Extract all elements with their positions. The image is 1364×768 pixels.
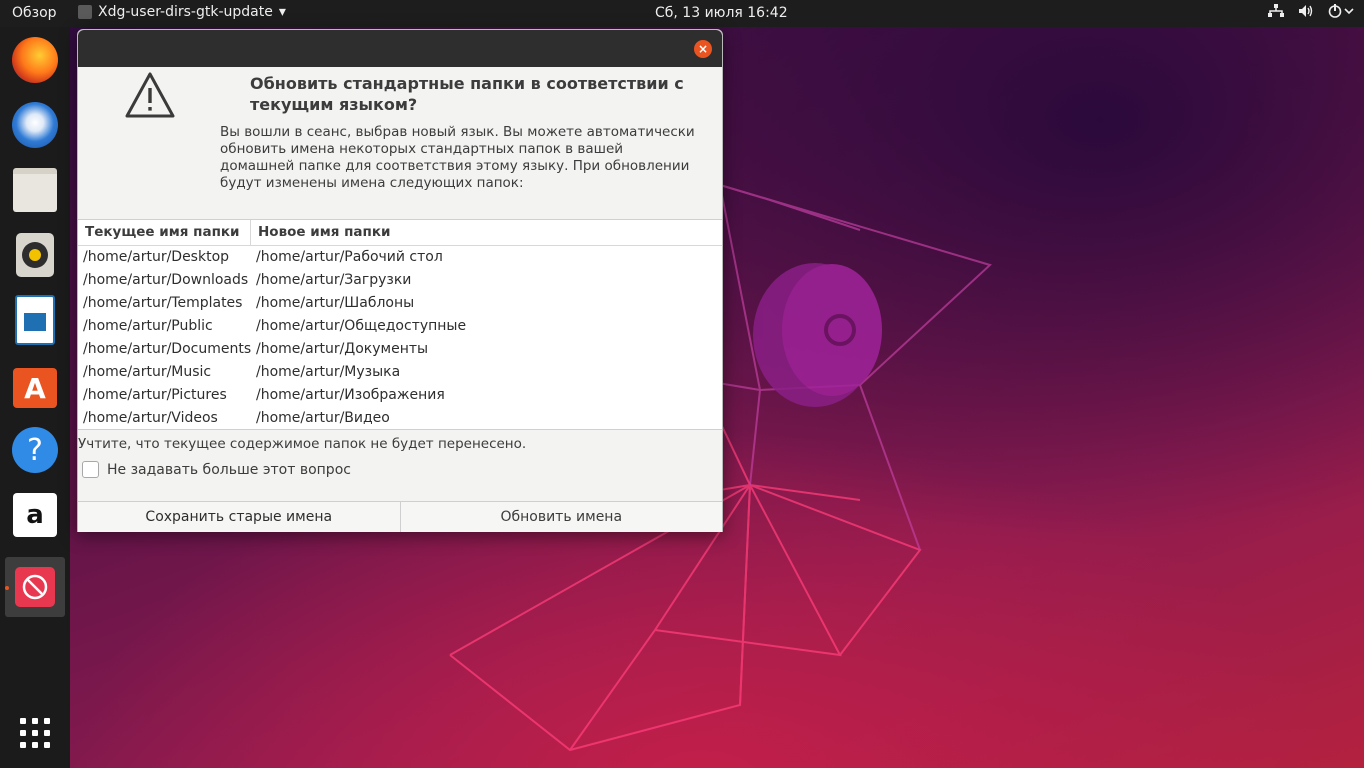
amazon-icon[interactable]: a [10,490,60,540]
close-button[interactable]: × [694,40,712,58]
cell-current: /home/artur/Videos [83,410,218,426]
cell-current: /home/artur/Documents [83,341,252,357]
system-tray[interactable] [1268,4,1354,22]
files-icon[interactable] [10,165,60,215]
xdg-update-app-icon[interactable] [10,562,60,612]
dont-ask-again-option[interactable]: Не задавать больше этот вопрос [82,461,351,478]
cell-new: /home/artur/Документы [256,341,429,357]
folders-table[interactable]: Текущее имя папки Новое имя папки /home/… [78,219,722,430]
rhythmbox-icon[interactable] [10,230,60,280]
cell-current: /home/artur/Pictures [83,387,227,403]
dont-ask-again-checkbox[interactable] [82,461,99,478]
clock[interactable]: Сб, 13 июля 16:42 [655,5,788,21]
keep-old-names-button[interactable]: Сохранить старые имена [78,502,400,532]
cell-current: /home/artur/Templates [83,295,243,311]
table-header: Текущее имя папки Новое имя папки [78,220,722,246]
cell-new: /home/artur/Шаблоны [256,295,415,311]
cell-new: /home/artur/Общедоступные [256,318,467,334]
dialog-description: Вы вошли в сеанс, выбрав новый язык. Вы … [220,124,695,191]
running-indicator [5,586,9,590]
column-separator [250,220,251,245]
volume-icon[interactable] [1298,4,1314,22]
app-menu-label: Xdg-user-dirs-gtk-update [98,4,273,20]
cell-current: /home/artur/Downloads [83,272,249,288]
cell-new: /home/artur/Загрузки [256,272,412,288]
dont-ask-again-label[interactable]: Не задавать больше этот вопрос [107,462,351,478]
dialog-heading: Обновить стандартные папки в соответстви… [250,74,684,114]
activities-button[interactable]: Обзор [12,5,57,21]
cell-new: /home/artur/Изображения [256,387,445,403]
table-row[interactable]: /home/artur/Downloads /home/artur/Загруз… [78,269,722,292]
cell-new: /home/artur/Видео [256,410,390,426]
update-folders-dialog: × Обновить стандартные папки в соответст… [77,29,723,532]
help-icon[interactable]: ? [10,425,60,475]
app-menu-icon [78,5,92,19]
table-row[interactable]: /home/artur/Documents /home/artur/Докуме… [78,338,722,361]
dock: A ? a [0,27,70,768]
table-row[interactable]: /home/artur/Desktop /home/artur/Рабочий … [78,246,722,269]
ubuntu-software-icon[interactable]: A [10,360,60,410]
warning-icon [124,70,176,124]
cell-current: /home/artur/Music [83,364,212,380]
table-row[interactable]: /home/artur/Public /home/artur/Общедосту… [78,315,722,338]
libreoffice-writer-icon[interactable] [10,295,60,345]
column-header-new[interactable]: Новое имя папки [258,224,391,240]
table-row[interactable]: /home/artur/Pictures /home/artur/Изображ… [78,384,722,407]
app-menu[interactable]: Xdg-user-dirs-gtk-update ▾ [78,4,286,20]
power-icon[interactable] [1328,4,1354,22]
network-icon[interactable] [1268,4,1284,22]
cell-new: /home/artur/Рабочий стол [256,249,443,265]
dialog-button-row: Сохранить старые имена Обновить имена [78,501,722,532]
show-applications-grid-icon[interactable] [10,708,60,758]
dialog-titlebar[interactable]: × [78,30,722,67]
table-row[interactable]: /home/artur/Videos /home/artur/Видео [78,407,722,430]
table-row[interactable]: /home/artur/Templates /home/artur/Шаблон… [78,292,722,315]
top-bar: Обзор Xdg-user-dirs-gtk-update ▾ Сб, 13 … [0,0,1364,27]
cell-new: /home/artur/Музыка [256,364,401,380]
chevron-down-icon: ▾ [278,4,286,20]
cell-current: /home/artur/Public [83,318,213,334]
firefox-icon[interactable] [10,35,60,85]
table-row[interactable]: /home/artur/Music /home/artur/Музыка [78,361,722,384]
cell-current: /home/artur/Desktop [83,249,230,265]
update-names-button[interactable]: Обновить имена [399,502,722,532]
thunderbird-icon[interactable] [10,100,60,150]
column-header-current[interactable]: Текущее имя папки [85,224,240,240]
note-text: Учтите, что текущее содержимое папок не … [78,436,527,452]
